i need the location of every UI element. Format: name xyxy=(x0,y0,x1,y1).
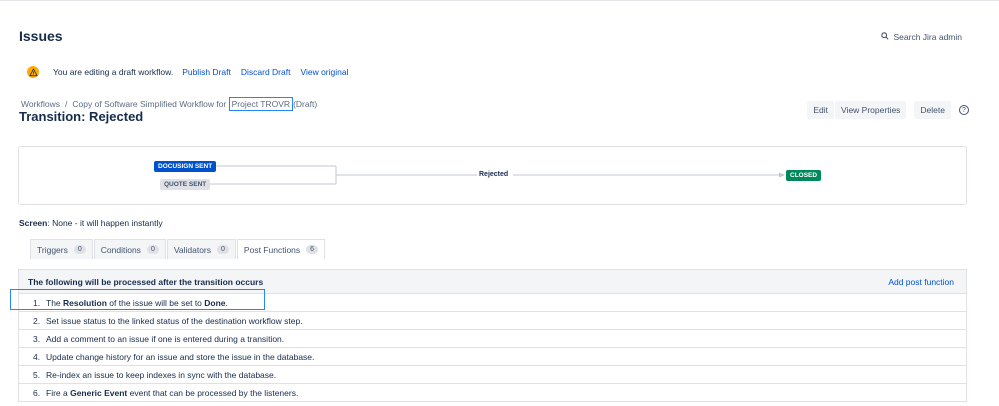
publish-draft-link[interactable]: Publish Draft xyxy=(182,67,231,77)
list-item: 3. Add a comment to an issue if one is e… xyxy=(19,330,966,348)
breadcrumb-workflow-suffix: (Draft) xyxy=(293,99,318,109)
tab-label: Triggers xyxy=(37,244,68,255)
item-text: Add a comment to an issue if one is ente… xyxy=(46,333,285,344)
tab-triggers[interactable]: Triggers 0 xyxy=(30,239,93,259)
breadcrumb-project-highlight: Project TROVR xyxy=(228,97,294,111)
item-text: Update change history for an issue and s… xyxy=(46,351,315,362)
add-post-function-link[interactable]: Add post function xyxy=(888,277,954,287)
item-text: Re-index an issue to keep indexes in syn… xyxy=(46,369,277,380)
item-text: The Resolution of the issue will be set … xyxy=(46,298,228,308)
item-text-pre: The xyxy=(46,297,64,308)
tab-validators[interactable]: Validators 0 xyxy=(166,239,236,259)
status-closed: CLOSED xyxy=(786,170,822,181)
post-functions-panel: The following will be processed after th… xyxy=(18,269,967,402)
status-docusign-sent: DOCUSIGN SENT xyxy=(154,161,217,172)
search-label: Search Jira admin xyxy=(893,32,962,42)
search-icon xyxy=(881,32,890,42)
breadcrumb-workflow-prefix: Copy of Software Simplified Workflow for xyxy=(72,99,227,109)
item-text-post: . xyxy=(225,297,228,308)
post-functions-title: The following will be processed after th… xyxy=(28,276,264,287)
screen-value: : None - it will happen instantly xyxy=(47,218,163,228)
tab-label: Validators xyxy=(173,244,212,255)
tab-count: 6 xyxy=(306,245,319,254)
breadcrumb-separator: / xyxy=(65,99,68,109)
screen-info: Screen: None - it will happen instantly xyxy=(19,218,163,228)
tab-post-functions[interactable]: Post Functions 6 xyxy=(236,239,326,259)
transition-name-label: Rejected xyxy=(479,171,509,178)
tab-label: Conditions xyxy=(100,244,141,255)
list-item: 2. Set issue status to the linked status… xyxy=(19,312,966,330)
top-divider xyxy=(0,0,999,1)
status-quote-sent: QUOTE SENT xyxy=(160,179,211,190)
transition-diagram: DOCUSIGN SENT QUOTE SENT Rejected CLOSED xyxy=(18,146,967,205)
discard-draft-link[interactable]: Discard Draft xyxy=(241,67,291,77)
tab-count: 0 xyxy=(217,245,229,254)
warning-icon xyxy=(27,66,39,78)
search-admin[interactable]: Search Jira admin xyxy=(881,32,962,42)
list-item: 4. Update change history for an issue an… xyxy=(19,348,966,366)
item-number: 2. xyxy=(33,315,41,326)
post-functions-header: The following will be processed after th… xyxy=(19,270,966,294)
item-bold-resolution: Resolution xyxy=(63,297,107,308)
item-text-mid: of the issue will be set to xyxy=(106,297,205,308)
breadcrumb-workflows-link[interactable]: Workflows xyxy=(21,99,60,109)
item-text: Set issue status to the linked status of… xyxy=(46,315,303,326)
item-number: 4. xyxy=(33,351,41,362)
view-properties-button[interactable]: View Properties xyxy=(835,101,907,119)
item-text: Fire a Generic Event event that can be p… xyxy=(46,388,298,398)
item-bold-generic-event: Generic Event xyxy=(70,388,128,398)
list-item: 1. The Resolution of the issue will be s… xyxy=(19,294,966,312)
edit-button[interactable]: Edit xyxy=(807,101,835,119)
breadcrumb: Workflows / Copy of Software Simplified Wo… xyxy=(21,97,318,111)
view-original-link[interactable]: View original xyxy=(300,67,348,77)
transition-actions: Edit View Properties Delete ? xyxy=(807,101,969,119)
draft-message: You are editing a draft workflow. xyxy=(53,67,174,77)
item-bold-done: Done xyxy=(204,297,226,308)
edit-button-group: Edit View Properties xyxy=(807,101,907,119)
item-number: 3. xyxy=(33,333,41,344)
transition-tabs: Triggers 0 Conditions 0 Validators 0 Post F… xyxy=(30,239,326,259)
item-number: 6. xyxy=(33,388,41,398)
tab-conditions[interactable]: Conditions 0 xyxy=(93,239,166,259)
item-text-post: event that can be processed by the liste… xyxy=(127,388,299,398)
item-number: 1. xyxy=(33,297,41,308)
tab-count: 0 xyxy=(146,245,159,254)
list-item: 5. Re-index an issue to keep indexes in … xyxy=(19,366,966,384)
draft-warning-bar: You are editing a draft workflow. Publis… xyxy=(27,64,359,80)
help-icon[interactable]: ? xyxy=(959,105,969,115)
page-title: Issues xyxy=(19,28,63,44)
transition-title: Transition: Rejected xyxy=(19,109,144,124)
list-item: 6. Fire a Generic Event event that can b… xyxy=(19,384,966,402)
item-text-pre: Fire a xyxy=(46,388,71,398)
item-number: 5. xyxy=(33,369,41,380)
tab-label: Post Functions xyxy=(243,244,301,255)
delete-button[interactable]: Delete xyxy=(914,101,951,119)
tab-count: 0 xyxy=(73,245,86,254)
screen-label: Screen xyxy=(19,218,48,228)
